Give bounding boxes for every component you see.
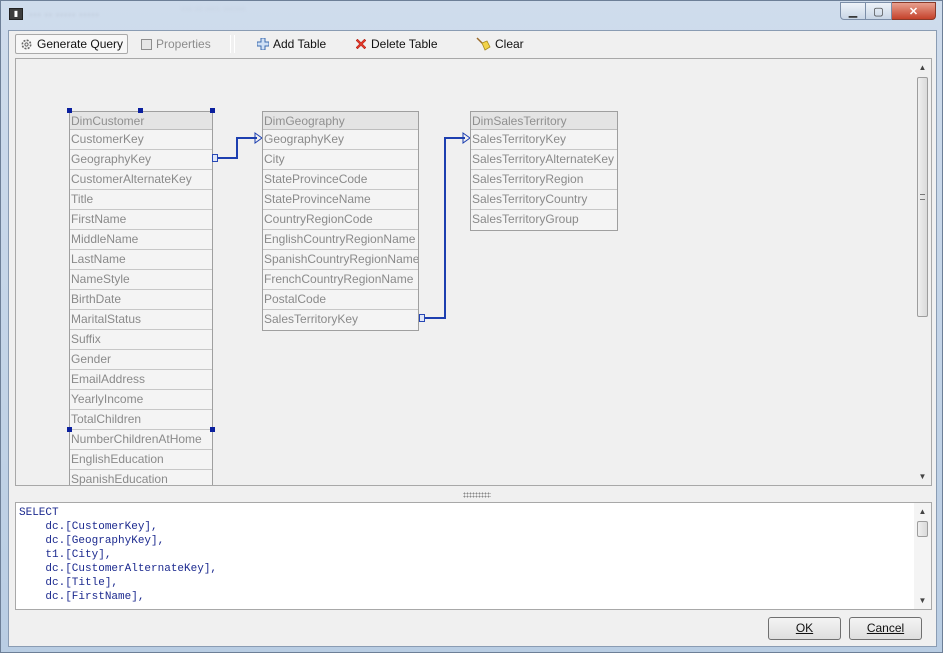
table-dimgeography[interactable]: DimGeography GeographyKey City StateProv… [262,111,419,331]
dialog-footer: OK Cancel [9,611,936,646]
table-column[interactable]: YearlyIncome [70,390,212,410]
cancel-label: Cancel [866,621,905,635]
properties-button[interactable]: Properties [137,34,215,54]
cancel-button[interactable]: Cancel [849,617,922,640]
table-dimsalesterritory[interactable]: DimSalesTerritory SalesTerritoryKey Sale… [470,111,618,231]
table-column[interactable]: SalesTerritoryGroup [471,210,617,230]
properties-icon [141,38,152,50]
table-column[interactable]: TotalChildren [70,410,212,430]
maximize-button[interactable]: ▢ [866,2,892,20]
table-column[interactable]: FrenchCountryRegionName [263,270,418,290]
table-column[interactable]: MiddleName [70,230,212,250]
splitter-grip-icon [463,492,491,498]
table-column[interactable]: PostalCode [263,290,418,310]
grip-icon [920,194,925,200]
table-column[interactable]: StateProvinceCode [263,170,418,190]
table-column[interactable]: SalesTerritoryCountry [471,190,617,210]
table-column[interactable]: MaritalStatus [70,310,212,330]
table-column[interactable]: EmailAddress [70,370,212,390]
table-column[interactable]: SalesTerritoryRegion [471,170,617,190]
table-column[interactable]: CustomerKey [70,130,212,150]
table-column[interactable]: SpanishCountryRegionName [263,250,418,270]
table-column[interactable]: GeographyKey [70,150,212,170]
sql-text-area[interactable]: SELECT dc.[CustomerKey], dc.[GeographyKe… [15,502,932,610]
table-column[interactable]: FirstName [70,210,212,230]
close-button[interactable]: ✕ [892,2,936,20]
table-header[interactable]: DimSalesTerritory [471,112,617,130]
table-column[interactable]: GeographyKey [263,130,418,150]
table-column[interactable]: City [263,150,418,170]
ok-button[interactable]: OK [768,617,841,640]
maximize-icon: ▢ [873,5,884,18]
relation-line-customer-geography [217,137,257,159]
clear-button[interactable]: Clear [471,34,528,54]
minimize-icon: ▁ [848,5,858,18]
table-column[interactable]: EnglishEducation [70,450,212,470]
connector-anchor[interactable] [419,314,425,322]
table-column[interactable]: BirthDate [70,290,212,310]
table-column[interactable]: EnglishCountryRegionName [263,230,418,250]
close-icon: ✕ [908,5,919,18]
window-title-secondary: ··· ·· ···· ······ [181,3,246,15]
table-column[interactable]: LastName [70,250,212,270]
table-column[interactable]: CustomerAlternateKey [70,170,212,190]
pane-splitter[interactable] [15,488,932,502]
sql-query-text[interactable]: SELECT dc.[CustomerKey], dc.[GeographyKe… [19,506,217,604]
table-column[interactable]: SpanishEducation [70,470,212,485]
scroll-down-icon[interactable]: ▼ [914,468,931,485]
connector-anchor[interactable] [212,154,218,162]
table-column[interactable]: SalesTerritoryKey [471,130,617,150]
query-designer-canvas[interactable]: DimCustomer CustomerKey GeographyKey Cus… [15,58,932,486]
table-column[interactable]: NumberChildrenAtHome [70,430,212,450]
scroll-up-icon[interactable]: ▲ [914,59,931,76]
scrollbar-thumb[interactable] [917,77,928,317]
scroll-down-icon[interactable]: ▼ [914,592,931,609]
table-header[interactable]: DimCustomer [70,112,212,130]
table-column[interactable]: Title [70,190,212,210]
selection-handle[interactable] [67,427,72,432]
toolbar-separator [234,35,235,53]
ok-label: OK [795,621,814,635]
dialog-window: ▮ ··· ·· ····· ····· ··· ·· ···· ······ … [0,0,943,653]
title-bar[interactable]: ▮ ··· ·· ····· ····· ··· ·· ···· ······ … [1,1,942,27]
table-column[interactable]: SalesTerritoryKey [263,310,418,330]
table-column[interactable]: NameStyle [70,270,212,290]
table-column[interactable]: CountryRegionCode [263,210,418,230]
toolbar: Generate Query Properties Add Table Dele… [9,31,936,57]
plus-icon [257,38,269,50]
dialog-client-area: Generate Query Properties Add Table Dele… [8,30,937,647]
window-title: ··· ·· ····· ····· [29,7,99,21]
add-table-label: Add Table [273,37,327,51]
table-column[interactable]: Gender [70,350,212,370]
table-header[interactable]: DimGeography [263,112,418,130]
app-icon: ▮ [9,8,23,20]
scroll-up-icon[interactable]: ▲ [914,503,931,520]
table-column[interactable]: SalesTerritoryAlternateKey [471,150,617,170]
scrollbar-thumb[interactable] [917,521,928,537]
table-column[interactable]: StateProvinceName [263,190,418,210]
clear-label: Clear [495,37,524,51]
table-dimcustomer[interactable]: DimCustomer CustomerKey GeographyKey Cus… [69,111,213,485]
gear-icon [21,39,32,49]
minimize-button[interactable]: ▁ [840,2,866,20]
relation-line-geography-territory [425,137,465,319]
selection-handle[interactable] [138,108,143,113]
table-column[interactable]: Suffix [70,330,212,350]
delete-x-icon [355,38,367,50]
broom-icon [476,37,491,51]
add-table-button[interactable]: Add Table [253,34,330,54]
properties-label: Properties [156,37,211,51]
delete-table-button[interactable]: Delete Table [351,34,442,54]
selection-handle[interactable] [210,427,215,432]
selection-handle[interactable] [210,108,215,113]
generate-query-button[interactable]: Generate Query [15,34,129,54]
selection-handle[interactable] [67,108,72,113]
delete-table-label: Delete Table [371,37,438,51]
sql-vertical-scrollbar[interactable]: ▲ ▼ [914,503,931,609]
generate-query-label: Generate Query [37,37,124,51]
designer-vertical-scrollbar[interactable]: ▲ ▼ [914,59,931,485]
toolbar-separator [230,35,231,53]
